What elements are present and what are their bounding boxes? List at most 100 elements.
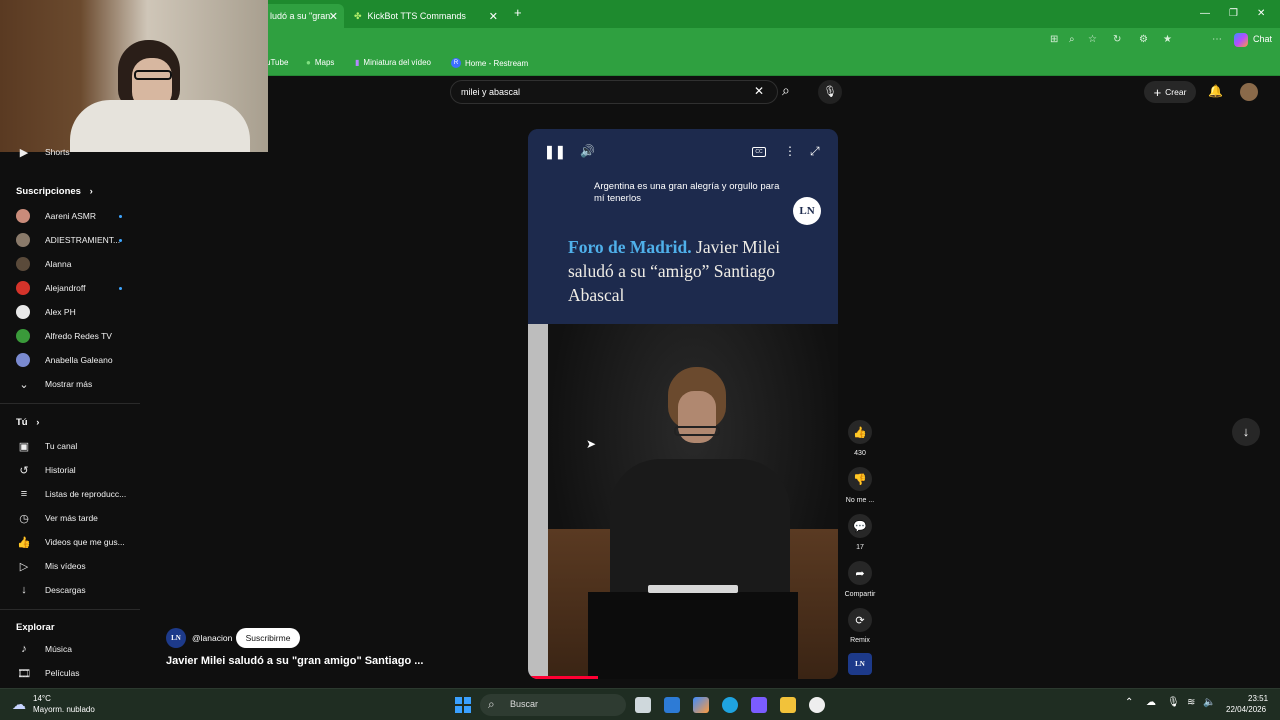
- copilot-taskbar-icon[interactable]: [693, 697, 709, 713]
- show-hidden-icons[interactable]: ⌃: [1125, 697, 1133, 708]
- bookmark-youtube[interactable]: uTube: [266, 58, 288, 67]
- sidebar-subscription-item[interactable]: Alex PH: [16, 302, 76, 322]
- cloud-icon[interactable]: ☁: [1146, 697, 1156, 708]
- obs-icon[interactable]: [809, 697, 825, 713]
- edge-icon[interactable]: [722, 697, 738, 713]
- weather-temp[interactable]: 14°C: [33, 694, 51, 703]
- notifications-bell-icon[interactable]: 🔔: [1208, 84, 1223, 98]
- you-header[interactable]: Tú ›: [16, 417, 39, 428]
- tab-kickbot[interactable]: ✤ KickBot TTS Commands ✕: [346, 4, 504, 28]
- video-title[interactable]: Javier Milei saludó a su "gran amigo" Sa…: [166, 655, 526, 667]
- chat-label[interactable]: Chat: [1253, 34, 1272, 44]
- search-input[interactable]: milei y abascal: [450, 80, 778, 104]
- speaker-papers: [648, 585, 738, 593]
- sidebar-divider: [0, 403, 140, 404]
- sidebar-item-watch-later[interactable]: ◷ Ver más tarde: [16, 508, 98, 528]
- like-count: 430: [854, 450, 866, 457]
- search-value: milei y abascal: [461, 87, 521, 97]
- sidebar-item-music[interactable]: ♪ Música: [16, 639, 72, 659]
- captions-icon[interactable]: CC: [752, 147, 766, 157]
- bookmark-miniatura[interactable]: ▮ Miniatura del vídeo: [355, 58, 431, 67]
- subscriptions-header[interactable]: Suscripciones ›: [16, 186, 93, 197]
- apps-icon[interactable]: ⊞: [1050, 34, 1058, 45]
- subscribe-button[interactable]: Suscribirme: [236, 628, 300, 648]
- restore-icon[interactable]: ❐: [1229, 8, 1238, 19]
- weather-icon[interactable]: ☁: [12, 696, 26, 713]
- clear-search-icon[interactable]: ✕: [754, 84, 764, 98]
- taskbar-search[interactable]: ⌕ Buscar: [480, 694, 626, 716]
- file-explorer-icon[interactable]: [780, 697, 796, 713]
- channel-avatar: [16, 281, 30, 295]
- favorite-icon[interactable]: ☆: [1088, 34, 1097, 45]
- search-icon[interactable]: ⌕: [782, 82, 790, 99]
- channel-handle[interactable]: @lanacion: [192, 633, 232, 643]
- sidebar-item-history[interactable]: ↺ Historial: [16, 460, 75, 480]
- more-options-icon[interactable]: ⋮: [784, 144, 796, 158]
- app-triangle-icon[interactable]: [751, 697, 767, 713]
- sidebar-item-playlists[interactable]: ≡ Listas de reproducc...: [16, 484, 126, 504]
- close-window-icon[interactable]: ✕: [1257, 8, 1265, 19]
- more-menu-icon[interactable]: ⋯: [1212, 34, 1222, 45]
- sidebar-item-shorts[interactable]: ▶ Shorts: [16, 142, 70, 162]
- store-icon[interactable]: [664, 697, 680, 713]
- minimize-icon[interactable]: —: [1200, 8, 1210, 19]
- progress-bar[interactable]: [528, 676, 598, 679]
- channel-avatar: [16, 233, 30, 247]
- chevron-down-icon: ⌄: [19, 378, 29, 391]
- speaker-icon[interactable]: 🔈: [1203, 697, 1215, 708]
- windows-start-icon[interactable]: [455, 697, 471, 713]
- clock-time[interactable]: 23:51: [1248, 694, 1268, 703]
- sidebar-subscription-item[interactable]: Alfredo Redes TV: [16, 326, 112, 346]
- close-icon[interactable]: ✕: [489, 10, 498, 23]
- sidebar-item-movies[interactable]: 🎞 Películas: [16, 663, 79, 683]
- volume-icon[interactable]: 🔊: [580, 144, 595, 158]
- mic-tray-icon[interactable]: 🎙: [1167, 697, 1180, 708]
- refresh-icon[interactable]: ↻: [1113, 34, 1121, 45]
- extension-icon[interactable]: ⚙: [1139, 34, 1148, 45]
- like-button[interactable]: 👍: [848, 420, 872, 444]
- dislike-button[interactable]: 👎: [848, 467, 872, 491]
- account-avatar[interactable]: [1240, 83, 1258, 101]
- wifi-icon[interactable]: ≋: [1187, 697, 1195, 708]
- channel-badge[interactable]: LN: [848, 653, 872, 675]
- show-more-button[interactable]: ⌄ Mostrar más: [16, 374, 92, 394]
- webcam-person-shirt: [70, 100, 250, 152]
- bookmark-restream[interactable]: R Home - Restream: [451, 58, 528, 68]
- shorts-video-player[interactable]: ❚❚ 🔊 CC ⋮ ⤢ Argentina es una gran alegrí…: [528, 129, 838, 679]
- task-view-icon[interactable]: [635, 697, 651, 713]
- sidebar-subscription-item[interactable]: ADIESTRAMIENT...: [16, 230, 120, 250]
- remix-button[interactable]: ⟳: [848, 608, 872, 632]
- favorites-bar-icon[interactable]: ★: [1163, 34, 1172, 45]
- video-icon: ▷: [19, 560, 29, 573]
- sidebar-subscription-item[interactable]: Aareni ASMR: [16, 206, 96, 226]
- la-nacion-logo: LN: [793, 197, 821, 225]
- sidebar-item-your-channel[interactable]: ▣ Tu canal: [16, 436, 78, 456]
- next-short-button[interactable]: ↓: [1232, 418, 1260, 446]
- music-icon: ♪: [21, 643, 27, 655]
- sidebar-subscription-item[interactable]: Alejandroff: [16, 278, 85, 298]
- new-tab-icon[interactable]: +: [514, 5, 522, 20]
- webcam-overlay: [0, 0, 268, 152]
- create-button[interactable]: + Crear: [1144, 81, 1196, 103]
- share-button[interactable]: ➦: [848, 561, 872, 585]
- channel-avatar[interactable]: LN: [166, 628, 186, 648]
- weather-desc[interactable]: Mayorm. nublado: [33, 705, 95, 714]
- sidebar-subscription-item[interactable]: Alanna: [16, 254, 71, 274]
- copilot-icon[interactable]: [1234, 33, 1248, 47]
- webcam-glasses: [134, 70, 172, 80]
- close-icon[interactable]: ✕: [329, 10, 338, 23]
- arrow-down-icon: ↓: [1242, 424, 1250, 439]
- bookmark-maps[interactable]: ● Maps: [306, 58, 334, 67]
- clock-date[interactable]: 22/04/2026: [1226, 705, 1266, 714]
- fullscreen-icon[interactable]: ⤢: [810, 144, 820, 159]
- sidebar-item-downloads[interactable]: ↓ Descargas: [16, 580, 85, 600]
- podium: [588, 592, 798, 679]
- pause-icon[interactable]: ❚❚: [544, 144, 566, 160]
- tab-current-video[interactable]: ludó a su "gran ✕: [262, 4, 344, 28]
- microphone-icon[interactable]: 🎙: [818, 80, 842, 104]
- comments-button[interactable]: 💬: [848, 514, 872, 538]
- sidebar-subscription-item[interactable]: Anabella Galeano: [16, 350, 113, 370]
- zoom-icon[interactable]: ⌕: [1069, 34, 1075, 45]
- sidebar-item-liked-videos[interactable]: 👍 Videos que me gus...: [16, 532, 125, 552]
- sidebar-item-my-videos[interactable]: ▷ Mis vídeos: [16, 556, 86, 576]
